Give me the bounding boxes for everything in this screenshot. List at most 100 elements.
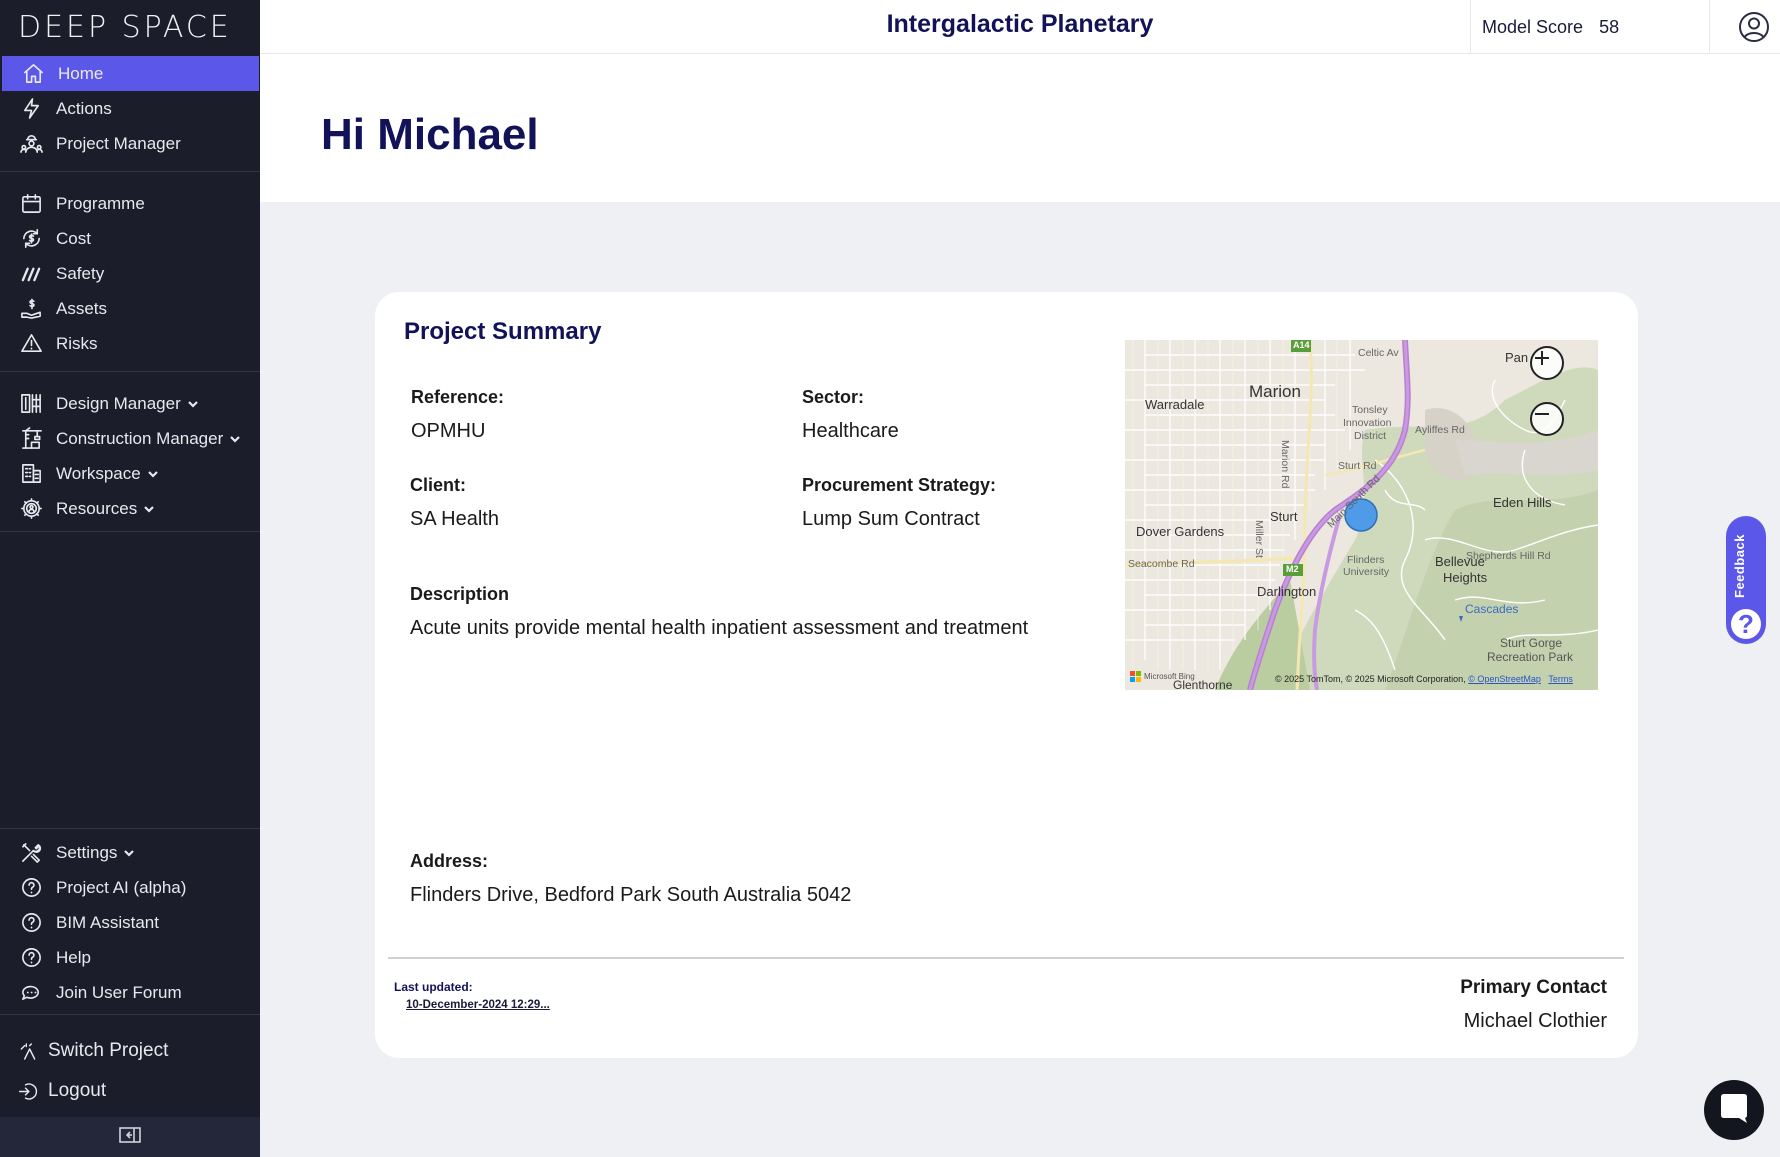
sidebar-item-bim-assistant[interactable]: BIM Assistant xyxy=(0,905,260,940)
map-label-ayliffes-rd: Ayliffes Rd xyxy=(1415,424,1465,436)
sidebar-item-join-user-forum[interactable]: Join User Forum xyxy=(0,975,260,1010)
sidebar-item-label: Design Manager xyxy=(56,393,181,413)
sidebar-item-label: Help xyxy=(56,947,91,967)
sidebar-item-project-ai[interactable]: Project AI (alpha) xyxy=(0,870,260,905)
top-bar: Intergalactic Planetary Model Score 58 xyxy=(260,0,1780,54)
map-provider-logo: Microsoft Bing xyxy=(1130,671,1195,682)
map-label-pan: Pan xyxy=(1505,350,1529,365)
sidebar-item-cost[interactable]: Cost xyxy=(0,221,260,256)
sidebar-item-label: Safety xyxy=(56,263,105,283)
help-question-icon[interactable]: ? xyxy=(1729,607,1763,641)
sidebar-item-label: Settings xyxy=(56,842,118,862)
address-value: Flinders Drive, Bedford Park South Austr… xyxy=(410,884,852,906)
sidebar-item-project-manager[interactable]: Project Manager xyxy=(0,126,260,161)
dollar-cycle-icon xyxy=(18,226,44,252)
user-account-button[interactable] xyxy=(1738,11,1770,43)
logout-button[interactable]: Logout xyxy=(0,1071,260,1111)
collapse-sidebar-button[interactable] xyxy=(0,1117,260,1157)
map-label-tonsley: Tonsley xyxy=(1352,404,1388,416)
blueprint-icon xyxy=(18,391,44,417)
chevron-down-icon xyxy=(187,398,199,410)
collapse-icon xyxy=(119,1126,141,1148)
sidebar-item-help[interactable]: Help xyxy=(0,940,260,975)
sidebar-item-actions[interactable]: Actions xyxy=(0,91,260,126)
reference-value: OPMHU xyxy=(411,420,486,442)
app-logo[interactable]: DEEP SPACE xyxy=(0,0,260,52)
building-icon xyxy=(18,461,44,487)
chat-bubbles-icon xyxy=(18,980,44,1006)
map-label-cascades: Cascades xyxy=(1465,602,1519,616)
sidebar-item-home[interactable]: Home xyxy=(2,56,259,91)
calendar-icon xyxy=(18,191,44,217)
map-label-dover-gardens: Dover Gardens xyxy=(1136,524,1225,539)
warning-icon xyxy=(18,331,44,357)
map-label-university: University xyxy=(1343,566,1390,578)
map-label-heights: Heights xyxy=(1443,570,1488,585)
last-updated-value[interactable]: 10-December-2024 12:29... xyxy=(406,999,550,1011)
openstreetmap-link[interactable]: © OpenStreetMap xyxy=(1468,674,1541,684)
map-label-recreation-park: Recreation Park xyxy=(1487,650,1574,664)
primary-contact-label: Primary Contact xyxy=(1460,977,1607,998)
map-zoom-in-button[interactable] xyxy=(1530,346,1564,380)
feedback-tab[interactable]: Feedback ? xyxy=(1726,516,1766,644)
chevron-down-icon xyxy=(229,433,241,445)
chevron-down-icon xyxy=(123,847,135,859)
tools-icon xyxy=(18,840,44,866)
map-label-a14: A14 xyxy=(1293,340,1310,350)
sidebar-item-label: Programme xyxy=(56,193,145,213)
sidebar-item-label: Project Manager xyxy=(56,133,181,153)
address-label: Address: xyxy=(410,851,489,871)
terms-link[interactable]: Terms xyxy=(1548,674,1573,684)
map-label-sturt-rd: Sturt Rd xyxy=(1338,460,1377,472)
map-label-marion: Marion xyxy=(1249,382,1301,401)
stripes-icon xyxy=(18,261,44,287)
sidebar-bottom-nav: Settings Project AI (alpha) BIM Assistan… xyxy=(0,828,260,1118)
procurement-label: Procurement Strategy: xyxy=(802,475,997,495)
map-label-sturt-gorge: Sturt Gorge xyxy=(1500,636,1563,650)
project-location-map[interactable]: A14 M2 Warradale Marion Tonsley Innovati… xyxy=(1125,340,1598,690)
chevron-down-icon xyxy=(147,468,159,480)
sector-label: Sector: xyxy=(802,387,865,407)
question-circle-icon xyxy=(18,875,44,901)
map-label-bellevue: Bellevue xyxy=(1435,554,1485,569)
sidebar-item-design-manager[interactable]: Design Manager xyxy=(0,386,260,421)
model-score[interactable]: Model Score 58 xyxy=(1470,0,1710,54)
nav-group-modules: Programme Cost Safety Assets Risks xyxy=(0,172,260,372)
sidebar-item-label: Cost xyxy=(56,228,91,248)
switch-project-label: Switch Project xyxy=(48,1040,169,1061)
map-label-eden-hills: Eden Hills xyxy=(1493,495,1552,510)
crane-icon xyxy=(18,426,44,452)
switch-project-button[interactable]: Switch Project xyxy=(0,1031,260,1071)
sidebar-item-label: Construction Manager xyxy=(56,428,224,448)
attribution-text: © 2025 TomTom, © 2025 Microsoft Corporat… xyxy=(1275,674,1466,684)
map-zoom-out-button[interactable] xyxy=(1530,402,1564,436)
sidebar-item-label: Risks xyxy=(56,333,98,353)
sidebar-item-label: BIM Assistant xyxy=(56,912,159,932)
lightning-icon xyxy=(18,96,44,122)
sidebar-item-assets[interactable]: Assets xyxy=(0,291,260,326)
chat-launcher-button[interactable] xyxy=(1704,1080,1764,1140)
sidebar-item-label: Assets xyxy=(56,298,108,318)
map-label-innovation: Innovation xyxy=(1343,417,1392,429)
card-title: Project Summary xyxy=(404,318,602,345)
client-label: Client: xyxy=(410,475,466,495)
home-icon xyxy=(20,61,46,87)
map-label-marion-rd: Marion Rd xyxy=(1279,440,1291,489)
sidebar-item-resources[interactable]: Resources xyxy=(0,491,260,526)
sidebar-item-programme[interactable]: Programme xyxy=(0,186,260,221)
last-updated-label: Last updated: xyxy=(394,980,473,994)
map-label-seacombe-rd: Seacombe Rd xyxy=(1128,558,1195,570)
procurement-value: Lump Sum Contract xyxy=(802,508,980,530)
sidebar-item-safety[interactable]: Safety xyxy=(0,256,260,291)
sidebar-item-workspace[interactable]: Workspace xyxy=(0,456,260,491)
map-label-miller-st: Miller St xyxy=(1253,520,1265,558)
sidebar-item-settings[interactable]: Settings xyxy=(0,835,260,870)
map-label-darlington: Darlington xyxy=(1257,584,1317,599)
gear-people-icon xyxy=(18,496,44,522)
sidebar-item-risks[interactable]: Risks xyxy=(0,326,260,361)
description-value: Acute units provide mental health inpati… xyxy=(410,617,1029,639)
model-score-value: 58 xyxy=(1599,16,1620,37)
sidebar-item-construction-manager[interactable]: Construction Manager xyxy=(0,421,260,456)
reference-label: Reference: xyxy=(411,387,505,407)
sector-value: Healthcare xyxy=(802,420,899,442)
